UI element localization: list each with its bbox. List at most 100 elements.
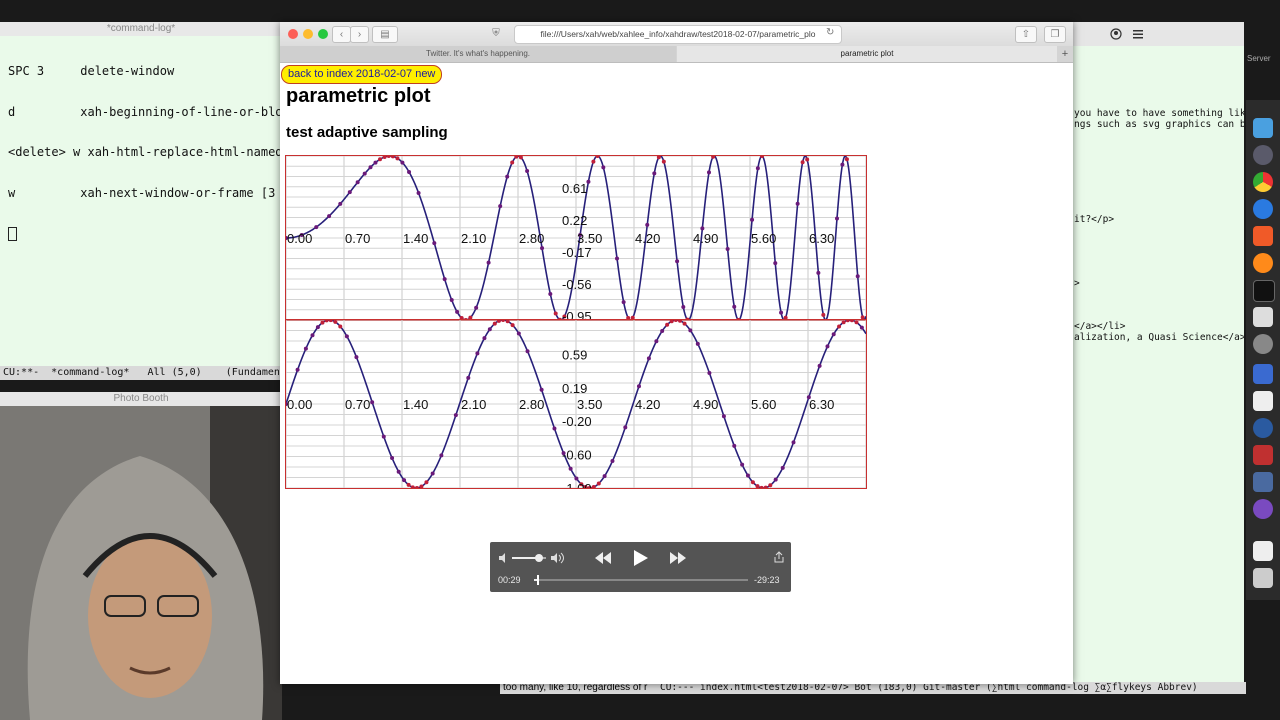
sample-point — [591, 485, 596, 488]
sample-point — [424, 480, 429, 485]
chrome-icon[interactable] — [1253, 172, 1273, 192]
code-editor-window[interactable]: you have to have something lik▸ ngs such… — [1072, 22, 1244, 682]
sample-point — [381, 434, 386, 439]
sample-point — [378, 157, 383, 162]
command-log-lines: SPC 3 delete-window d xah-beginning-of-l… — [8, 38, 282, 268]
textedit-icon[interactable] — [1253, 391, 1273, 411]
photo-booth-icon[interactable] — [1253, 445, 1273, 465]
system-preferences-icon[interactable] — [1253, 334, 1273, 354]
document-icon[interactable] — [1253, 541, 1273, 561]
finder-icon[interactable] — [1253, 118, 1273, 138]
sidebar-icon[interactable]: ▤ — [372, 26, 398, 43]
sample-point — [362, 171, 367, 176]
launchpad-icon[interactable] — [1253, 145, 1273, 165]
sample-point — [837, 324, 842, 329]
volume-low-icon[interactable] — [498, 552, 510, 564]
sample-point — [386, 156, 391, 159]
sample-point — [615, 256, 620, 261]
editor-line: ngs such as svg graphics can b▸ — [1074, 119, 1244, 130]
sample-point — [482, 336, 487, 341]
sample-point — [795, 201, 800, 206]
emacs-command-log-window[interactable]: *command-log* SPC 3 delete-window d xah-… — [0, 22, 282, 380]
fast-forward-icon[interactable] — [669, 551, 687, 565]
x-tick-label: 5.60 — [751, 397, 776, 412]
y-tick-label: 0.19 — [562, 381, 587, 396]
parametric-plot-chart-1: 0.00 0.70 1.40 2.10 2.80 3.50 4.20 4.90 5.60 6.30… — [285, 155, 867, 321]
sample-point — [805, 157, 810, 162]
zoom-window-button[interactable] — [318, 29, 328, 39]
activity-monitor-icon[interactable] — [1253, 364, 1273, 384]
command-log-line: <delete> w xah-html-replace-html-named-e… — [8, 145, 282, 159]
tab-parametric-plot[interactable]: parametric plot — [677, 46, 1057, 62]
privacy-shield-icon[interactable]: ⛨ — [486, 26, 506, 41]
sample-point — [432, 241, 437, 246]
y-tick-label: 0.61 — [562, 181, 587, 196]
volume-slider[interactable] — [512, 554, 546, 562]
reload-icon[interactable]: ↻ — [826, 27, 834, 38]
photo-booth-window: Photo Booth — [0, 392, 282, 720]
trash-icon[interactable] — [1253, 568, 1273, 588]
x-tick-label: 6.30 — [809, 397, 834, 412]
photo-booth-title: Photo Booth — [0, 392, 282, 406]
user-icon[interactable] — [1110, 28, 1122, 40]
minimize-window-button[interactable] — [303, 29, 313, 39]
app-icon[interactable] — [1253, 418, 1273, 438]
share-icon[interactable]: ⇧ — [1015, 26, 1037, 43]
terminal-icon[interactable] — [1253, 280, 1275, 302]
play-icon[interactable] — [633, 549, 649, 567]
parametric-plot-chart-2: 0.00 0.70 1.40 2.10 2.80 3.50 4.20 4.90 5.60 6.30… — [285, 319, 867, 489]
sample-point — [706, 170, 711, 175]
sample-point — [498, 204, 503, 209]
sample-point — [816, 270, 821, 275]
close-window-button[interactable] — [288, 29, 298, 39]
sample-point — [510, 323, 515, 328]
sample-point — [610, 459, 615, 464]
notes-icon[interactable] — [1253, 307, 1273, 327]
sample-point — [406, 482, 411, 487]
sample-point — [395, 156, 400, 161]
sample-point — [681, 305, 686, 310]
back-button[interactable]: ‹ — [332, 26, 351, 43]
sample-point — [750, 217, 755, 222]
sample-point — [773, 261, 778, 266]
sample-point — [449, 298, 454, 303]
sample-point — [591, 159, 596, 164]
video-controls[interactable]: 00:29 -29:23 — [490, 542, 791, 592]
tab-twitter[interactable]: Twitter. It's what's happening. — [280, 46, 676, 62]
x-tick-label: 3.50 — [577, 231, 602, 246]
x-tick-label: 2.10 — [461, 397, 486, 412]
emacs-icon[interactable] — [1253, 499, 1273, 519]
sample-point — [466, 375, 471, 380]
menu-icon[interactable] — [1132, 28, 1144, 40]
sample-point — [623, 425, 628, 430]
share-icon[interactable] — [774, 551, 784, 563]
dock — [1246, 100, 1280, 600]
preview-icon[interactable] — [1253, 472, 1273, 492]
back-to-index-link[interactable]: back to index 2018-02-07 new — [281, 65, 443, 84]
x-tick-label: 4.90 — [693, 231, 718, 246]
forward-button[interactable]: › — [350, 26, 369, 43]
sample-point — [695, 341, 700, 346]
editor-line: > — [1074, 278, 1080, 289]
sample-point — [669, 320, 674, 324]
sample-point — [548, 291, 553, 296]
new-tab-button[interactable]: + — [1057, 46, 1073, 62]
sample-point — [700, 226, 705, 231]
webcam-feed-image — [0, 406, 282, 720]
x-tick-label: 4.20 — [635, 231, 660, 246]
sample-point — [645, 222, 650, 227]
brave-icon[interactable] — [1253, 226, 1273, 246]
volume-high-icon[interactable] — [550, 552, 566, 564]
safari-icon[interactable] — [1253, 199, 1273, 219]
sample-point — [496, 320, 501, 323]
x-tick-label: 2.80 — [519, 397, 544, 412]
sample-point — [740, 462, 745, 467]
rewind-icon[interactable] — [594, 551, 612, 565]
sample-point — [390, 156, 395, 159]
sample-point — [402, 478, 407, 483]
sample-point — [370, 400, 375, 405]
seek-bar[interactable] — [534, 575, 748, 585]
tabs-overview-icon[interactable]: ❐ — [1044, 26, 1066, 43]
firefox-icon[interactable] — [1253, 253, 1273, 273]
address-bar[interactable]: file:///Users/xah/web/xahlee_info/xahdra… — [514, 25, 842, 44]
